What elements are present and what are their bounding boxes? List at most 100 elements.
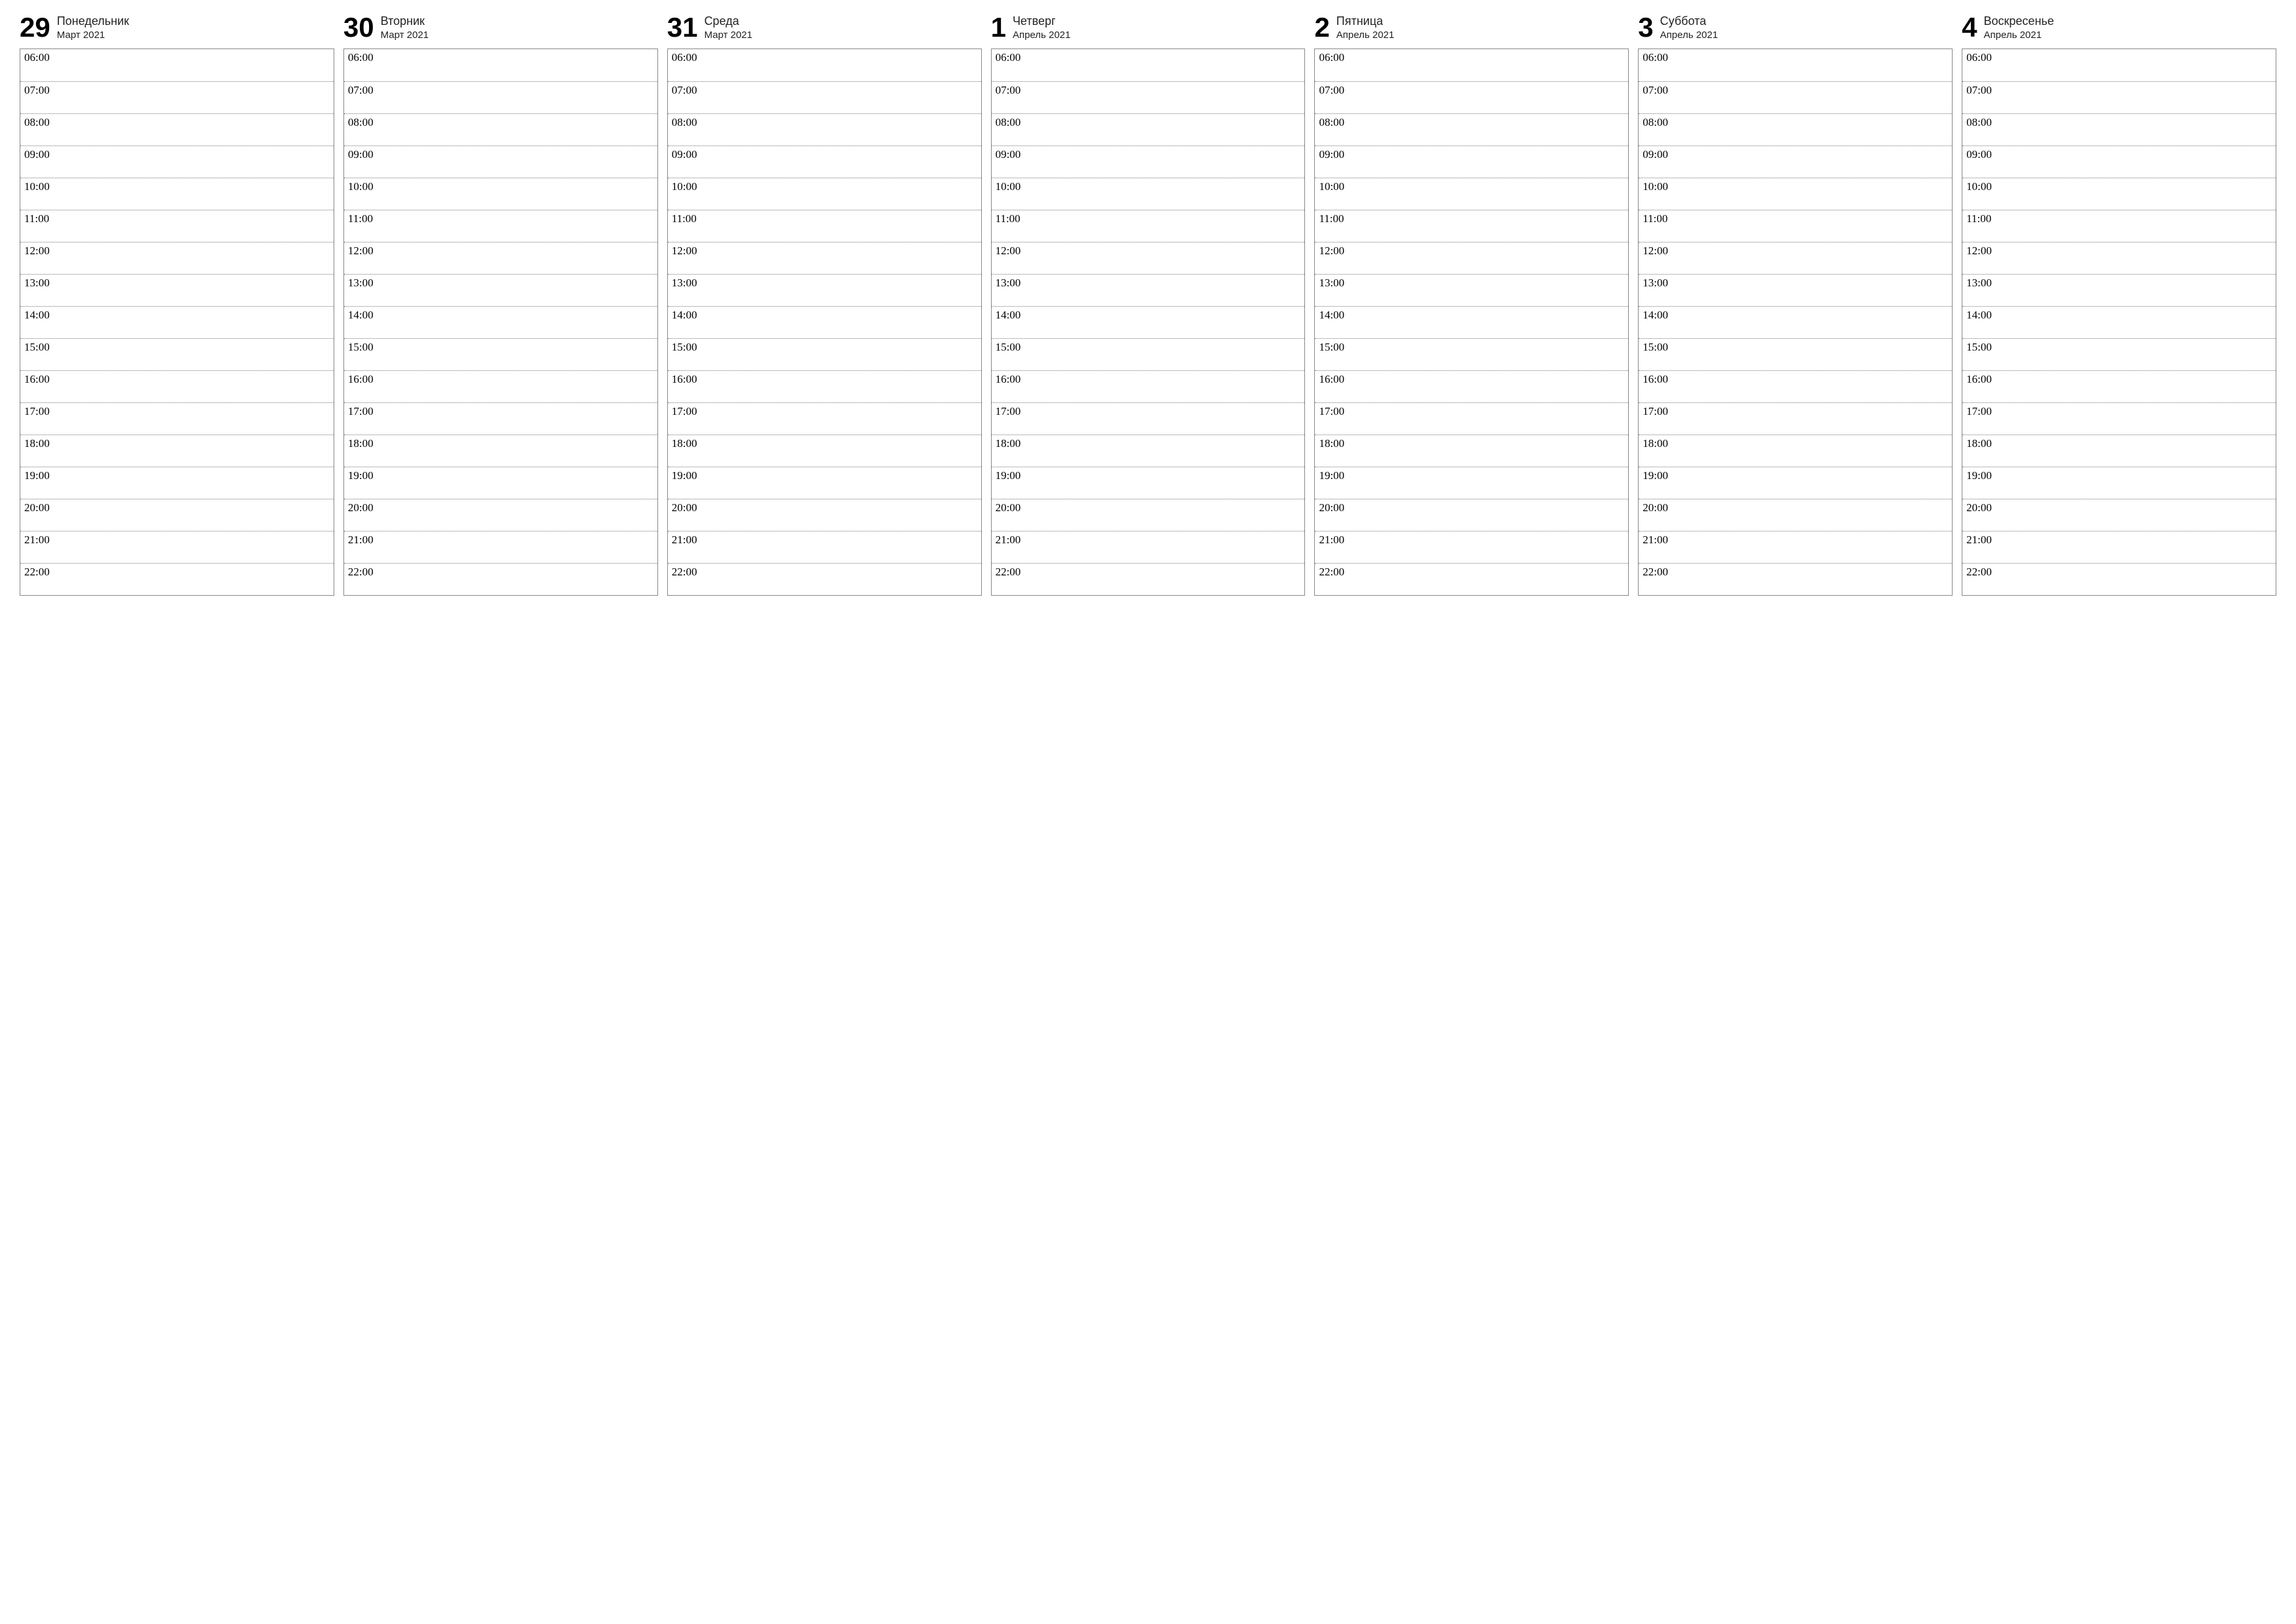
hour-slot: 20:00 (20, 499, 334, 531)
hour-slot: 07:00 (1639, 81, 1952, 113)
day-month: Апрель 2021 (1660, 29, 1718, 42)
day-number: 4 (1962, 14, 1977, 41)
hour-slot: 21:00 (20, 531, 334, 563)
hour-slot: 06:00 (992, 49, 1305, 81)
hour-slot: 22:00 (1962, 563, 2276, 595)
hour-slot: 22:00 (1315, 563, 1628, 595)
hour-slot: 09:00 (344, 145, 657, 178)
hour-slot: 06:00 (1639, 49, 1952, 81)
hour-slot: 14:00 (20, 306, 334, 338)
hour-slot: 22:00 (20, 563, 334, 595)
hour-slot: 19:00 (1639, 467, 1952, 499)
day-header: 30 Вторник Март 2021 (343, 10, 658, 48)
hour-slot: 08:00 (1315, 113, 1628, 145)
day-month: Март 2021 (381, 29, 429, 42)
hour-slot: 13:00 (1639, 274, 1952, 306)
hour-slot: 14:00 (992, 306, 1305, 338)
day-header: 3 Суббота Апрель 2021 (1638, 10, 1953, 48)
hour-slot: 18:00 (344, 435, 657, 467)
day-grid: 06:00 07:00 08:00 09:00 10:00 11:00 12:0… (343, 48, 658, 596)
hour-slot: 21:00 (1639, 531, 1952, 563)
day-header: 2 Пятница Апрель 2021 (1314, 10, 1629, 48)
hour-slot: 16:00 (344, 370, 657, 402)
hour-slot: 10:00 (668, 178, 981, 210)
hour-slot: 16:00 (1962, 370, 2276, 402)
hour-slot: 22:00 (344, 563, 657, 595)
hour-slot: 16:00 (668, 370, 981, 402)
hour-slot: 08:00 (1639, 113, 1952, 145)
hour-slot: 18:00 (1315, 435, 1628, 467)
hour-slot: 07:00 (668, 81, 981, 113)
day-meta: Понедельник Март 2021 (57, 14, 129, 42)
day-column: 4 Воскресенье Апрель 2021 06:00 07:00 08… (1962, 10, 2276, 596)
hour-slot: 17:00 (20, 402, 334, 435)
day-grid: 06:00 07:00 08:00 09:00 10:00 11:00 12:0… (1962, 48, 2276, 596)
day-column: 29 Понедельник Март 2021 06:00 07:00 08:… (20, 10, 334, 596)
hour-slot: 17:00 (1639, 402, 1952, 435)
day-header: 4 Воскресенье Апрель 2021 (1962, 10, 2276, 48)
day-number: 30 (343, 14, 374, 41)
day-column: 2 Пятница Апрель 2021 06:00 07:00 08:00 … (1314, 10, 1629, 596)
hour-slot: 10:00 (992, 178, 1305, 210)
hour-slot: 08:00 (992, 113, 1305, 145)
hour-slot: 14:00 (1962, 306, 2276, 338)
hour-slot: 11:00 (20, 210, 334, 242)
day-month: Март 2021 (57, 29, 129, 42)
hour-slot: 18:00 (1962, 435, 2276, 467)
hour-slot: 11:00 (344, 210, 657, 242)
hour-slot: 14:00 (1639, 306, 1952, 338)
hour-slot: 13:00 (992, 274, 1305, 306)
hour-slot: 10:00 (1315, 178, 1628, 210)
day-column: 30 Вторник Март 2021 06:00 07:00 08:00 0… (343, 10, 658, 596)
hour-slot: 06:00 (668, 49, 981, 81)
hour-slot: 12:00 (1315, 242, 1628, 274)
hour-slot: 19:00 (992, 467, 1305, 499)
day-meta: Пятница Апрель 2021 (1336, 14, 1394, 42)
hour-slot: 06:00 (1315, 49, 1628, 81)
hour-slot: 09:00 (1962, 145, 2276, 178)
hour-slot: 15:00 (20, 338, 334, 370)
hour-slot: 12:00 (1639, 242, 1952, 274)
hour-slot: 12:00 (344, 242, 657, 274)
hour-slot: 20:00 (668, 499, 981, 531)
day-month: Март 2021 (704, 29, 752, 42)
hour-slot: 20:00 (1639, 499, 1952, 531)
hour-slot: 13:00 (344, 274, 657, 306)
hour-slot: 08:00 (668, 113, 981, 145)
hour-slot: 15:00 (1962, 338, 2276, 370)
hour-slot: 10:00 (1639, 178, 1952, 210)
hour-slot: 12:00 (992, 242, 1305, 274)
hour-slot: 13:00 (1962, 274, 2276, 306)
hour-slot: 21:00 (992, 531, 1305, 563)
hour-slot: 17:00 (992, 402, 1305, 435)
day-column: 3 Суббота Апрель 2021 06:00 07:00 08:00 … (1638, 10, 1953, 596)
day-month: Апрель 2021 (1013, 29, 1070, 42)
hour-slot: 15:00 (992, 338, 1305, 370)
hour-slot: 08:00 (20, 113, 334, 145)
hour-slot: 10:00 (1962, 178, 2276, 210)
day-name: Пятница (1336, 14, 1394, 29)
hour-slot: 21:00 (344, 531, 657, 563)
hour-slot: 10:00 (344, 178, 657, 210)
hour-slot: 18:00 (668, 435, 981, 467)
hour-slot: 12:00 (20, 242, 334, 274)
day-name: Четверг (1013, 14, 1070, 29)
hour-slot: 22:00 (992, 563, 1305, 595)
hour-slot: 20:00 (344, 499, 657, 531)
hour-slot: 20:00 (1315, 499, 1628, 531)
hour-slot: 18:00 (992, 435, 1305, 467)
day-month: Апрель 2021 (1336, 29, 1394, 42)
hour-slot: 09:00 (1315, 145, 1628, 178)
day-meta: Четверг Апрель 2021 (1013, 14, 1070, 42)
hour-slot: 11:00 (992, 210, 1305, 242)
hour-slot: 18:00 (1639, 435, 1952, 467)
hour-slot: 16:00 (20, 370, 334, 402)
day-grid: 06:00 07:00 08:00 09:00 10:00 11:00 12:0… (1314, 48, 1629, 596)
hour-slot: 19:00 (1315, 467, 1628, 499)
hour-slot: 15:00 (1639, 338, 1952, 370)
day-grid: 06:00 07:00 08:00 09:00 10:00 11:00 12:0… (667, 48, 982, 596)
day-grid: 06:00 07:00 08:00 09:00 10:00 11:00 12:0… (20, 48, 334, 596)
day-meta: Вторник Март 2021 (381, 14, 429, 42)
day-grid: 06:00 07:00 08:00 09:00 10:00 11:00 12:0… (1638, 48, 1953, 596)
hour-slot: 11:00 (668, 210, 981, 242)
